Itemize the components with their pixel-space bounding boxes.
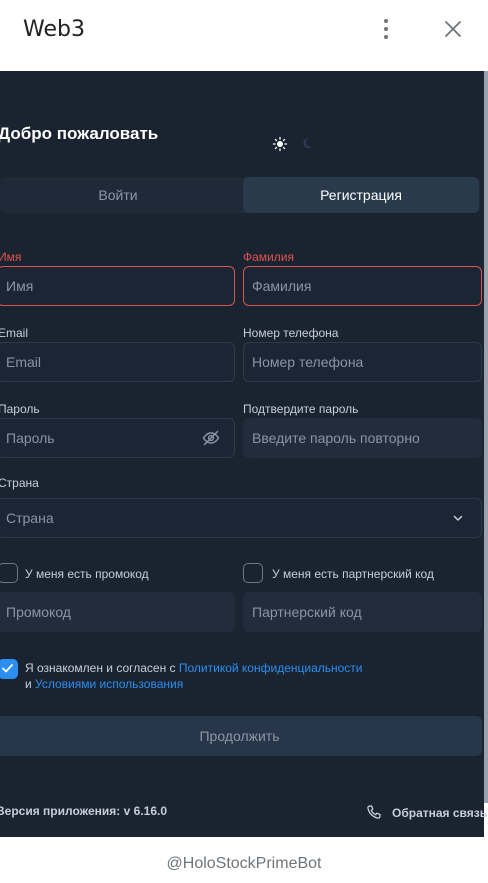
app-title: Web3 [23, 17, 85, 42]
privacy-policy-link[interactable]: Политикой конфиденциальности [179, 661, 363, 675]
promo-checkbox-label: У меня есть промокод [25, 567, 149, 581]
partner-code-input[interactable]: Партнерский код [243, 592, 482, 632]
bot-username: @HoloStockPrimeBot [166, 855, 322, 872]
email-input[interactable]: Email [0, 342, 235, 382]
last-name-label: Фамилия [243, 250, 294, 264]
phone-label: Номер телефона [243, 326, 339, 340]
moon-icon[interactable] [300, 136, 314, 150]
first-name-input[interactable]: Имя [0, 266, 235, 306]
promo-checkbox[interactable] [0, 563, 18, 583]
app-version: Версия приложения: v 6.16.0 [0, 804, 167, 818]
confirm-password-input[interactable]: Введите пароль повторно [243, 418, 482, 458]
auth-tabs: Войти Регистрация [0, 177, 480, 213]
phone-input[interactable]: Номер телефона [243, 342, 482, 382]
eye-off-icon[interactable] [201, 428, 221, 448]
country-label: Страна [0, 476, 39, 490]
continue-button[interactable]: Продолжить [0, 716, 482, 756]
partner-checkbox[interactable] [243, 563, 263, 583]
first-name-label: Имя [0, 250, 22, 264]
email-label: Email [0, 326, 29, 340]
consent-checkbox[interactable] [0, 659, 18, 679]
partner-checkbox-label: У меня есть партнерский код [272, 567, 434, 581]
consent-text: Я ознакомлен и согласен с Политикой конф… [25, 660, 425, 692]
tab-login[interactable]: Войти [0, 177, 236, 213]
password-label: Пароль [0, 402, 40, 416]
promo-code-input[interactable]: Промокод [0, 592, 235, 632]
country-select[interactable]: Страна [0, 498, 482, 538]
consent-text-before: Я ознакомлен и согласен с [25, 661, 179, 675]
close-icon[interactable] [440, 16, 466, 42]
sun-icon[interactable] [272, 136, 288, 152]
app-header: Web3 [0, 0, 488, 71]
confirm-password-label: Подтвердите пароль [243, 402, 359, 416]
last-name-input[interactable]: Фамилия [243, 266, 482, 306]
kebab-vertical-icon[interactable] [376, 16, 396, 42]
tab-register[interactable]: Регистрация [243, 177, 479, 213]
welcome-heading: Добро пожаловать [0, 124, 159, 143]
password-input[interactable]: Пароль [0, 418, 235, 458]
feedback-link[interactable]: Обратная связь [392, 806, 487, 820]
chevron-down-icon [451, 511, 465, 525]
terms-of-use-link[interactable]: Условиями использования [35, 677, 183, 691]
scrollbar[interactable] [484, 71, 488, 803]
consent-text-and: и [25, 677, 36, 691]
phone-icon[interactable] [365, 804, 383, 822]
